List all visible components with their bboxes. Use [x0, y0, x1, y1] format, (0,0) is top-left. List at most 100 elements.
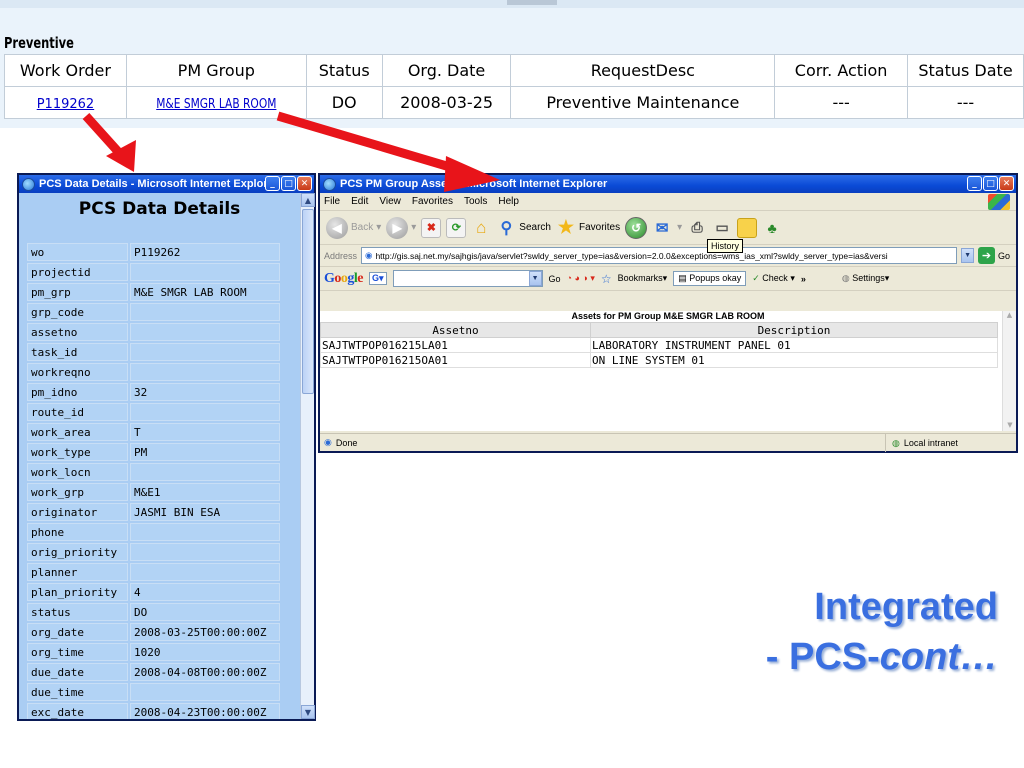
google-go-button[interactable]: Go [549, 274, 561, 284]
pm-group-cell: M&E SMGR LAB ROOM [125, 86, 307, 119]
headline-italic: cont… [879, 636, 998, 678]
pm-group-link[interactable]: M&E SMGR LAB ROOM [156, 97, 276, 112]
pcs-field-row: planner [27, 563, 280, 581]
column-header: Work Order [4, 54, 127, 87]
work-order-cell: P119262 [4, 86, 127, 119]
pcs-scrollbar[interactable]: ▲ ▼ [300, 193, 315, 719]
home-icon[interactable]: ⌂ [471, 218, 491, 238]
status-done: ◉ Done [324, 437, 357, 448]
status-cell: DO [305, 86, 383, 119]
back-button[interactable]: ◀ Back ▾ [326, 216, 381, 239]
google-search-input[interactable]: ▼ [392, 270, 543, 287]
column-header: Status [305, 54, 383, 87]
assets-caption: Assets for PM Group M&E SMGR LAB ROOM [571, 311, 765, 321]
popups-button[interactable]: ▤ Popups okay [673, 271, 747, 286]
menu-tools[interactable]: Tools [464, 196, 487, 207]
org-date-cell: 2008-03-25 [381, 86, 512, 119]
spellcheck-icon: ✓ [752, 273, 763, 283]
pcs-field-key: planner [27, 563, 128, 581]
assetno-cell: SAJTWTPOP016215LA01 [320, 337, 591, 353]
menu-favorites[interactable]: Favorites [412, 196, 453, 207]
scroll-thumb[interactable] [302, 209, 314, 394]
headline-line1: Integrated [814, 586, 998, 628]
pcs-field-row: work_area T [27, 423, 280, 441]
pcs-field-row: work_grp M&E1 [27, 483, 280, 501]
work-order-link[interactable]: P119262 [37, 97, 94, 112]
pcs-field-value [130, 463, 280, 481]
pcs-field-value [130, 683, 280, 701]
pcs-field-key: pm_idno [27, 383, 128, 401]
go-button[interactable]: ➔ Go [978, 247, 1010, 264]
bookmarks-button[interactable]: Bookmarks▾ [618, 273, 668, 284]
favorites-button[interactable]: ★ Favorites [556, 217, 620, 238]
address-input[interactable]: ◉ http://gis.saj.net.my/sajhgis/java/ser… [361, 247, 958, 264]
close-icon[interactable]: ✕ [999, 176, 1014, 191]
refresh-icon[interactable]: ⟳ [446, 217, 467, 238]
check-button[interactable]: ✓ Check ▾ [752, 273, 795, 284]
mail-icon[interactable]: ✉ [652, 218, 672, 238]
request-desc-cell: Preventive Maintenance [510, 86, 776, 119]
pm-titlebar[interactable]: PCS PM Group Assets - Microsoft Internet… [320, 175, 1016, 193]
scroll-up-icon[interactable]: ▲ [301, 193, 315, 207]
print-icon[interactable]: ⎙ [687, 218, 707, 238]
minimize-icon[interactable]: _ [265, 176, 280, 191]
google-logo: Google [324, 270, 363, 286]
minimize-icon[interactable]: _ [967, 176, 982, 191]
zone-text: Local intranet [903, 438, 958, 448]
scroll-down-icon[interactable]: ▼ [1003, 421, 1017, 429]
search-icon: ⚲ [500, 219, 513, 237]
maximize-icon[interactable]: □ [281, 176, 296, 191]
pcs-field-row: assetno [27, 323, 280, 341]
scroll-up-icon[interactable]: ▲ [1003, 311, 1016, 319]
pcs-field-value: 1020 [130, 643, 280, 661]
dropdown-icon[interactable]: ▼ [528, 271, 542, 286]
google-tools-icon[interactable]: ◔ ◕ ◑ ▾ [567, 273, 595, 284]
bookmarks-star-icon[interactable]: ☆ [601, 272, 612, 286]
stop-icon[interactable]: ✖ [421, 217, 442, 238]
pcs-field-key: projectid [27, 263, 128, 281]
address-dropdown-icon[interactable]: ▼ [961, 248, 975, 263]
dropdown-icon[interactable]: ▾ [677, 222, 682, 233]
pm-window-title: PCS PM Group Assets - Microsoft Internet… [340, 178, 608, 190]
pcs-field-key: due_time [27, 683, 128, 701]
description-cell: ON LINE SYSTEM 01 [590, 352, 998, 368]
pcs-field-row: phone [27, 523, 280, 541]
dropdown-icon[interactable]: ▾ [376, 222, 381, 233]
edit-icon[interactable]: ▭ [712, 218, 732, 238]
pcs-field-value [130, 323, 280, 341]
pcs-field-value: M&E SMGR LAB ROOM [130, 283, 280, 301]
history-icon[interactable]: ↺ [625, 216, 648, 239]
menu-file[interactable]: File [324, 196, 340, 207]
menu-help[interactable]: Help [498, 196, 519, 207]
history-tooltip: History [707, 239, 744, 253]
back-arrow-icon: ◀ [326, 216, 348, 239]
scroll-down-icon[interactable]: ▼ [301, 705, 315, 719]
ie-icon [323, 177, 336, 191]
google-g-icon[interactable]: G▾ [369, 272, 387, 285]
pcs-field-row: work_locn [27, 463, 280, 481]
close-icon[interactable]: ✕ [297, 176, 312, 191]
popups-label: Popups okay [689, 273, 742, 283]
pcs-field-key: orig_priority [27, 543, 128, 561]
more-chevron-icon[interactable]: » [801, 274, 806, 284]
arrow-head-icon [106, 140, 136, 172]
pcs-titlebar[interactable]: PCS Data Details - Microsoft Internet Ex… [19, 175, 314, 193]
settings-button[interactable]: ◍ Settings▾ [842, 273, 889, 284]
assets-scrollbar[interactable]: ▲ ▼ [1002, 311, 1016, 431]
pcs-field-value [130, 263, 280, 281]
pcs-window-title: PCS Data Details - Microsoft Internet Ex… [39, 178, 278, 190]
messenger-icon[interactable]: ♣ [762, 218, 782, 238]
splitter-handle[interactable] [507, 0, 557, 5]
dropdown-icon[interactable]: ▾ [411, 222, 416, 233]
pcs-field-key: status [27, 603, 128, 621]
pcs-field-key: org_time [27, 643, 128, 661]
pcs-field-value: P119262 [130, 243, 280, 261]
maximize-icon[interactable]: □ [983, 176, 998, 191]
discuss-icon[interactable] [737, 217, 758, 238]
pcs-field-value: PM [130, 443, 280, 461]
menu-view[interactable]: View [379, 196, 401, 207]
menu-edit[interactable]: Edit [351, 196, 368, 207]
pcs-data-details-window: PCS Data Details - Microsoft Internet Ex… [17, 173, 316, 721]
search-button[interactable]: ⚲ Search [496, 218, 551, 238]
forward-button[interactable]: ▶ ▾ [386, 216, 416, 239]
